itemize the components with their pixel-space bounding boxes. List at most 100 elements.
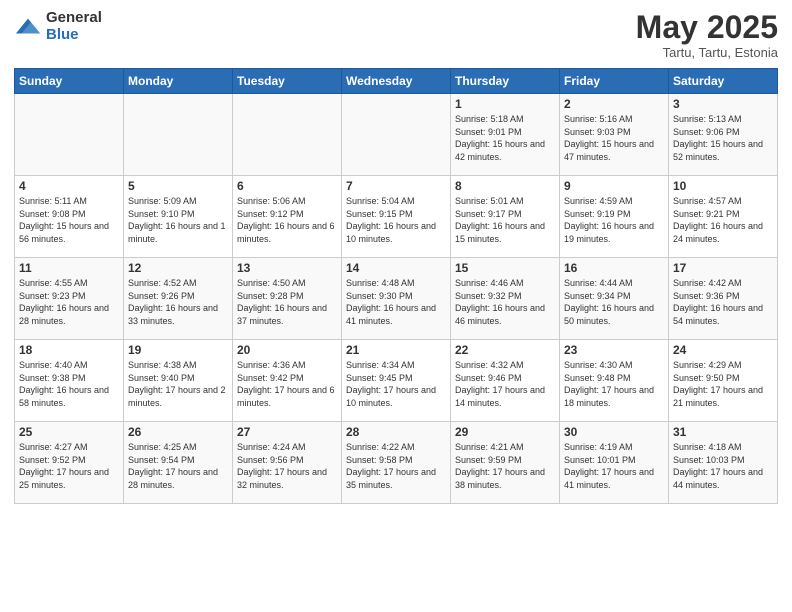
calendar-cell: 30 Sunrise: 4:19 AM Sunset: 10:01 PM Dayl… <box>560 422 669 504</box>
day-info: Sunrise: 4:27 AM Sunset: 9:52 PM Dayligh… <box>19 441 119 491</box>
calendar-cell <box>15 94 124 176</box>
day-number: 17 <box>673 261 773 275</box>
day-number: 29 <box>455 425 555 439</box>
day-info: Sunrise: 4:46 AM Sunset: 9:32 PM Dayligh… <box>455 277 555 327</box>
calendar-week-1: 1 Sunrise: 5:18 AM Sunset: 9:01 PM Daylig… <box>15 94 778 176</box>
day-info: Sunrise: 4:32 AM Sunset: 9:46 PM Dayligh… <box>455 359 555 409</box>
header-row: Sunday Monday Tuesday Wednesday Thursday… <box>15 69 778 94</box>
day-info: Sunrise: 4:59 AM Sunset: 9:19 PM Dayligh… <box>564 195 664 245</box>
day-number: 21 <box>346 343 446 357</box>
day-number: 16 <box>564 261 664 275</box>
calendar-week-2: 4Sunrise: 5:11 AM Sunset: 9:08 PM Daylig… <box>15 176 778 258</box>
day-info: Sunrise: 5:16 AM Sunset: 9:03 PM Dayligh… <box>564 113 664 163</box>
header-sunday: Sunday <box>15 69 124 94</box>
calendar-cell: 8Sunrise: 5:01 AM Sunset: 9:17 PM Daylig… <box>451 176 560 258</box>
calendar-cell: 19Sunrise: 4:38 AM Sunset: 9:40 PM Dayli… <box>124 340 233 422</box>
day-info: Sunrise: 4:21 AM Sunset: 9:59 PM Dayligh… <box>455 441 555 491</box>
day-info: Sunrise: 4:22 AM Sunset: 9:58 PM Dayligh… <box>346 441 446 491</box>
day-info: Sunrise: 4:50 AM Sunset: 9:28 PM Dayligh… <box>237 277 337 327</box>
day-number: 22 <box>455 343 555 357</box>
calendar-cell: 18 Sunrise: 4:40 AM Sunset: 9:38 PM Dayli… <box>15 340 124 422</box>
calendar-week-4: 18 Sunrise: 4:40 AM Sunset: 9:38 PM Dayli… <box>15 340 778 422</box>
calendar-cell: 25Sunrise: 4:27 AM Sunset: 9:52 PM Dayli… <box>15 422 124 504</box>
day-number: 24 <box>673 343 773 357</box>
day-info: Sunrise: 4:52 AM Sunset: 9:26 PM Dayligh… <box>128 277 228 327</box>
day-info: Sunrise: 4:57 AM Sunset: 9:21 PM Dayligh… <box>673 195 773 245</box>
calendar-cell: 29 Sunrise: 4:21 AM Sunset: 9:59 PM Dayli… <box>451 422 560 504</box>
day-info: Sunrise: 4:30 AM Sunset: 9:48 PM Dayligh… <box>564 359 664 409</box>
calendar-subtitle: Tartu, Tartu, Estonia <box>636 45 778 60</box>
day-info: Sunrise: 4:44 AM Sunset: 9:34 PM Dayligh… <box>564 277 664 327</box>
header-tuesday: Tuesday <box>233 69 342 94</box>
calendar-cell: 11 Sunrise: 4:55 AM Sunset: 9:23 PM Dayli… <box>15 258 124 340</box>
calendar-cell: 6 Sunrise: 5:06 AM Sunset: 9:12 PM Daylig… <box>233 176 342 258</box>
calendar-cell: 26 Sunrise: 4:25 AM Sunset: 9:54 PM Dayli… <box>124 422 233 504</box>
header-monday: Monday <box>124 69 233 94</box>
day-number: 7 <box>346 179 446 193</box>
day-number: 12 <box>128 261 228 275</box>
day-number: 20 <box>237 343 337 357</box>
calendar-cell <box>342 94 451 176</box>
day-info: Sunrise: 5:11 AM Sunset: 9:08 PM Dayligh… <box>19 195 119 245</box>
day-number: 1 <box>455 97 555 111</box>
calendar-body: 1 Sunrise: 5:18 AM Sunset: 9:01 PM Daylig… <box>15 94 778 504</box>
day-number: 31 <box>673 425 773 439</box>
day-number: 8 <box>455 179 555 193</box>
title-block: May 2025 Tartu, Tartu, Estonia <box>636 10 778 60</box>
calendar-week-5: 25Sunrise: 4:27 AM Sunset: 9:52 PM Dayli… <box>15 422 778 504</box>
day-number: 10 <box>673 179 773 193</box>
day-info: Sunrise: 4:19 AM Sunset: 10:01 PM Daylig… <box>564 441 664 491</box>
day-info: Sunrise: 4:40 AM Sunset: 9:38 PM Dayligh… <box>19 359 119 409</box>
day-number: 27 <box>237 425 337 439</box>
day-info: Sunrise: 4:24 AM Sunset: 9:56 PM Dayligh… <box>237 441 337 491</box>
calendar-cell: 10 Sunrise: 4:57 AM Sunset: 9:21 PM Dayli… <box>669 176 778 258</box>
day-number: 9 <box>564 179 664 193</box>
day-info: Sunrise: 5:13 AM Sunset: 9:06 PM Dayligh… <box>673 113 773 163</box>
calendar-cell: 20Sunrise: 4:36 AM Sunset: 9:42 PM Dayli… <box>233 340 342 422</box>
day-info: Sunrise: 5:06 AM Sunset: 9:12 PM Dayligh… <box>237 195 337 245</box>
calendar-cell: 3 Sunrise: 5:13 AM Sunset: 9:06 PM Daylig… <box>669 94 778 176</box>
day-info: Sunrise: 4:29 AM Sunset: 9:50 PM Dayligh… <box>673 359 773 409</box>
header-wednesday: Wednesday <box>342 69 451 94</box>
calendar-cell: 21 Sunrise: 4:34 AM Sunset: 9:45 PM Dayli… <box>342 340 451 422</box>
calendar-cell: 12 Sunrise: 4:52 AM Sunset: 9:26 PM Dayli… <box>124 258 233 340</box>
day-number: 14 <box>346 261 446 275</box>
calendar-cell: 17Sunrise: 4:42 AM Sunset: 9:36 PM Dayli… <box>669 258 778 340</box>
calendar-cell: 31Sunrise: 4:18 AM Sunset: 10:03 PM Dayl… <box>669 422 778 504</box>
day-number: 19 <box>128 343 228 357</box>
header-thursday: Thursday <box>451 69 560 94</box>
calendar-cell: 7 Sunrise: 5:04 AM Sunset: 9:15 PM Daylig… <box>342 176 451 258</box>
calendar-cell: 24 Sunrise: 4:29 AM Sunset: 9:50 PM Dayli… <box>669 340 778 422</box>
calendar-cell: 16 Sunrise: 4:44 AM Sunset: 9:34 PM Dayli… <box>560 258 669 340</box>
calendar-cell: 15 Sunrise: 4:46 AM Sunset: 9:32 PM Dayli… <box>451 258 560 340</box>
day-info: Sunrise: 5:04 AM Sunset: 9:15 PM Dayligh… <box>346 195 446 245</box>
calendar-cell <box>124 94 233 176</box>
header-saturday: Saturday <box>669 69 778 94</box>
calendar-cell: 14Sunrise: 4:48 AM Sunset: 9:30 PM Dayli… <box>342 258 451 340</box>
logo: General Blue <box>14 10 102 43</box>
header: General Blue May 2025 Tartu, Tartu, Esto… <box>14 10 778 60</box>
calendar-cell <box>233 94 342 176</box>
day-number: 18 <box>19 343 119 357</box>
day-number: 30 <box>564 425 664 439</box>
day-number: 6 <box>237 179 337 193</box>
day-number: 11 <box>19 261 119 275</box>
header-friday: Friday <box>560 69 669 94</box>
day-number: 13 <box>237 261 337 275</box>
day-number: 26 <box>128 425 228 439</box>
day-info: Sunrise: 4:34 AM Sunset: 9:45 PM Dayligh… <box>346 359 446 409</box>
calendar-cell: 1 Sunrise: 5:18 AM Sunset: 9:01 PM Daylig… <box>451 94 560 176</box>
calendar-cell: 5Sunrise: 5:09 AM Sunset: 9:10 PM Daylig… <box>124 176 233 258</box>
calendar-cell: 9 Sunrise: 4:59 AM Sunset: 9:19 PM Daylig… <box>560 176 669 258</box>
calendar-week-3: 11 Sunrise: 4:55 AM Sunset: 9:23 PM Dayli… <box>15 258 778 340</box>
calendar-title: May 2025 <box>636 10 778 45</box>
day-info: Sunrise: 4:55 AM Sunset: 9:23 PM Dayligh… <box>19 277 119 327</box>
day-info: Sunrise: 4:25 AM Sunset: 9:54 PM Dayligh… <box>128 441 228 491</box>
day-info: Sunrise: 5:18 AM Sunset: 9:01 PM Dayligh… <box>455 113 555 163</box>
day-number: 2 <box>564 97 664 111</box>
calendar-cell: 4Sunrise: 5:11 AM Sunset: 9:08 PM Daylig… <box>15 176 124 258</box>
calendar-cell: 22 Sunrise: 4:32 AM Sunset: 9:46 PM Dayli… <box>451 340 560 422</box>
day-number: 15 <box>455 261 555 275</box>
day-number: 3 <box>673 97 773 111</box>
logo-blue: Blue <box>46 27 102 44</box>
